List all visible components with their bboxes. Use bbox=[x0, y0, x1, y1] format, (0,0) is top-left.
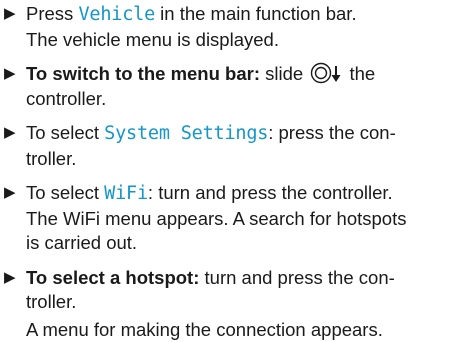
triangle-bullet-icon: ▶ bbox=[4, 2, 16, 27]
step-text-continued: turn and press the con- bbox=[199, 267, 394, 288]
triangle-bullet-icon: ▶ bbox=[4, 121, 16, 146]
triangle-bullet-icon: ▶ bbox=[4, 62, 16, 87]
step-result: A menu for making the connection appears… bbox=[26, 318, 462, 342]
step-heading: To select a hotspot: bbox=[26, 267, 199, 288]
step-continuation: troller. bbox=[26, 290, 462, 315]
step-result: The WiFi menu appears. A search for hots… bbox=[26, 207, 462, 232]
menu-item-vehicle: Vehicle bbox=[78, 4, 155, 25]
step-heading: To switch to the menu bar: bbox=[26, 63, 260, 84]
step-text-continued: : turn and press the controller. bbox=[148, 182, 393, 203]
step-text: To select bbox=[26, 182, 104, 203]
controller-slide-down-icon bbox=[309, 62, 343, 84]
step-continuation: controller. bbox=[26, 87, 462, 112]
step-select-wifi: ▶ To select WiFi: turn and press the con… bbox=[0, 181, 462, 256]
step-select-hotspot: ▶ To select a hotspot: turn and press th… bbox=[0, 266, 462, 342]
step-continuation: troller. bbox=[26, 147, 462, 172]
instruction-list: ▶ Press Vehicle in the main function bar… bbox=[0, 0, 462, 342]
step-text-continued: the bbox=[344, 63, 375, 84]
menu-item-wifi: WiFi bbox=[104, 183, 148, 204]
menu-item-system-settings: System Settings bbox=[104, 123, 268, 144]
step-select-system-settings: ▶ To select System Settings: press the c… bbox=[0, 121, 462, 171]
step-text-continued: in the main function bar. bbox=[155, 3, 357, 24]
triangle-bullet-icon: ▶ bbox=[4, 181, 16, 206]
step-text: slide bbox=[260, 63, 308, 84]
step-text-continued: : press the con- bbox=[268, 122, 396, 143]
step-switch-menu-bar: ▶ To switch to the menu bar: slide the c… bbox=[0, 62, 462, 111]
step-text: Press bbox=[26, 3, 78, 24]
triangle-bullet-icon: ▶ bbox=[4, 266, 16, 291]
step-result: is carried out. bbox=[26, 231, 462, 256]
step-press-vehicle: ▶ Press Vehicle in the main function bar… bbox=[0, 2, 462, 52]
step-result: The vehicle menu is displayed. bbox=[26, 28, 462, 53]
step-text: To select bbox=[26, 122, 104, 143]
